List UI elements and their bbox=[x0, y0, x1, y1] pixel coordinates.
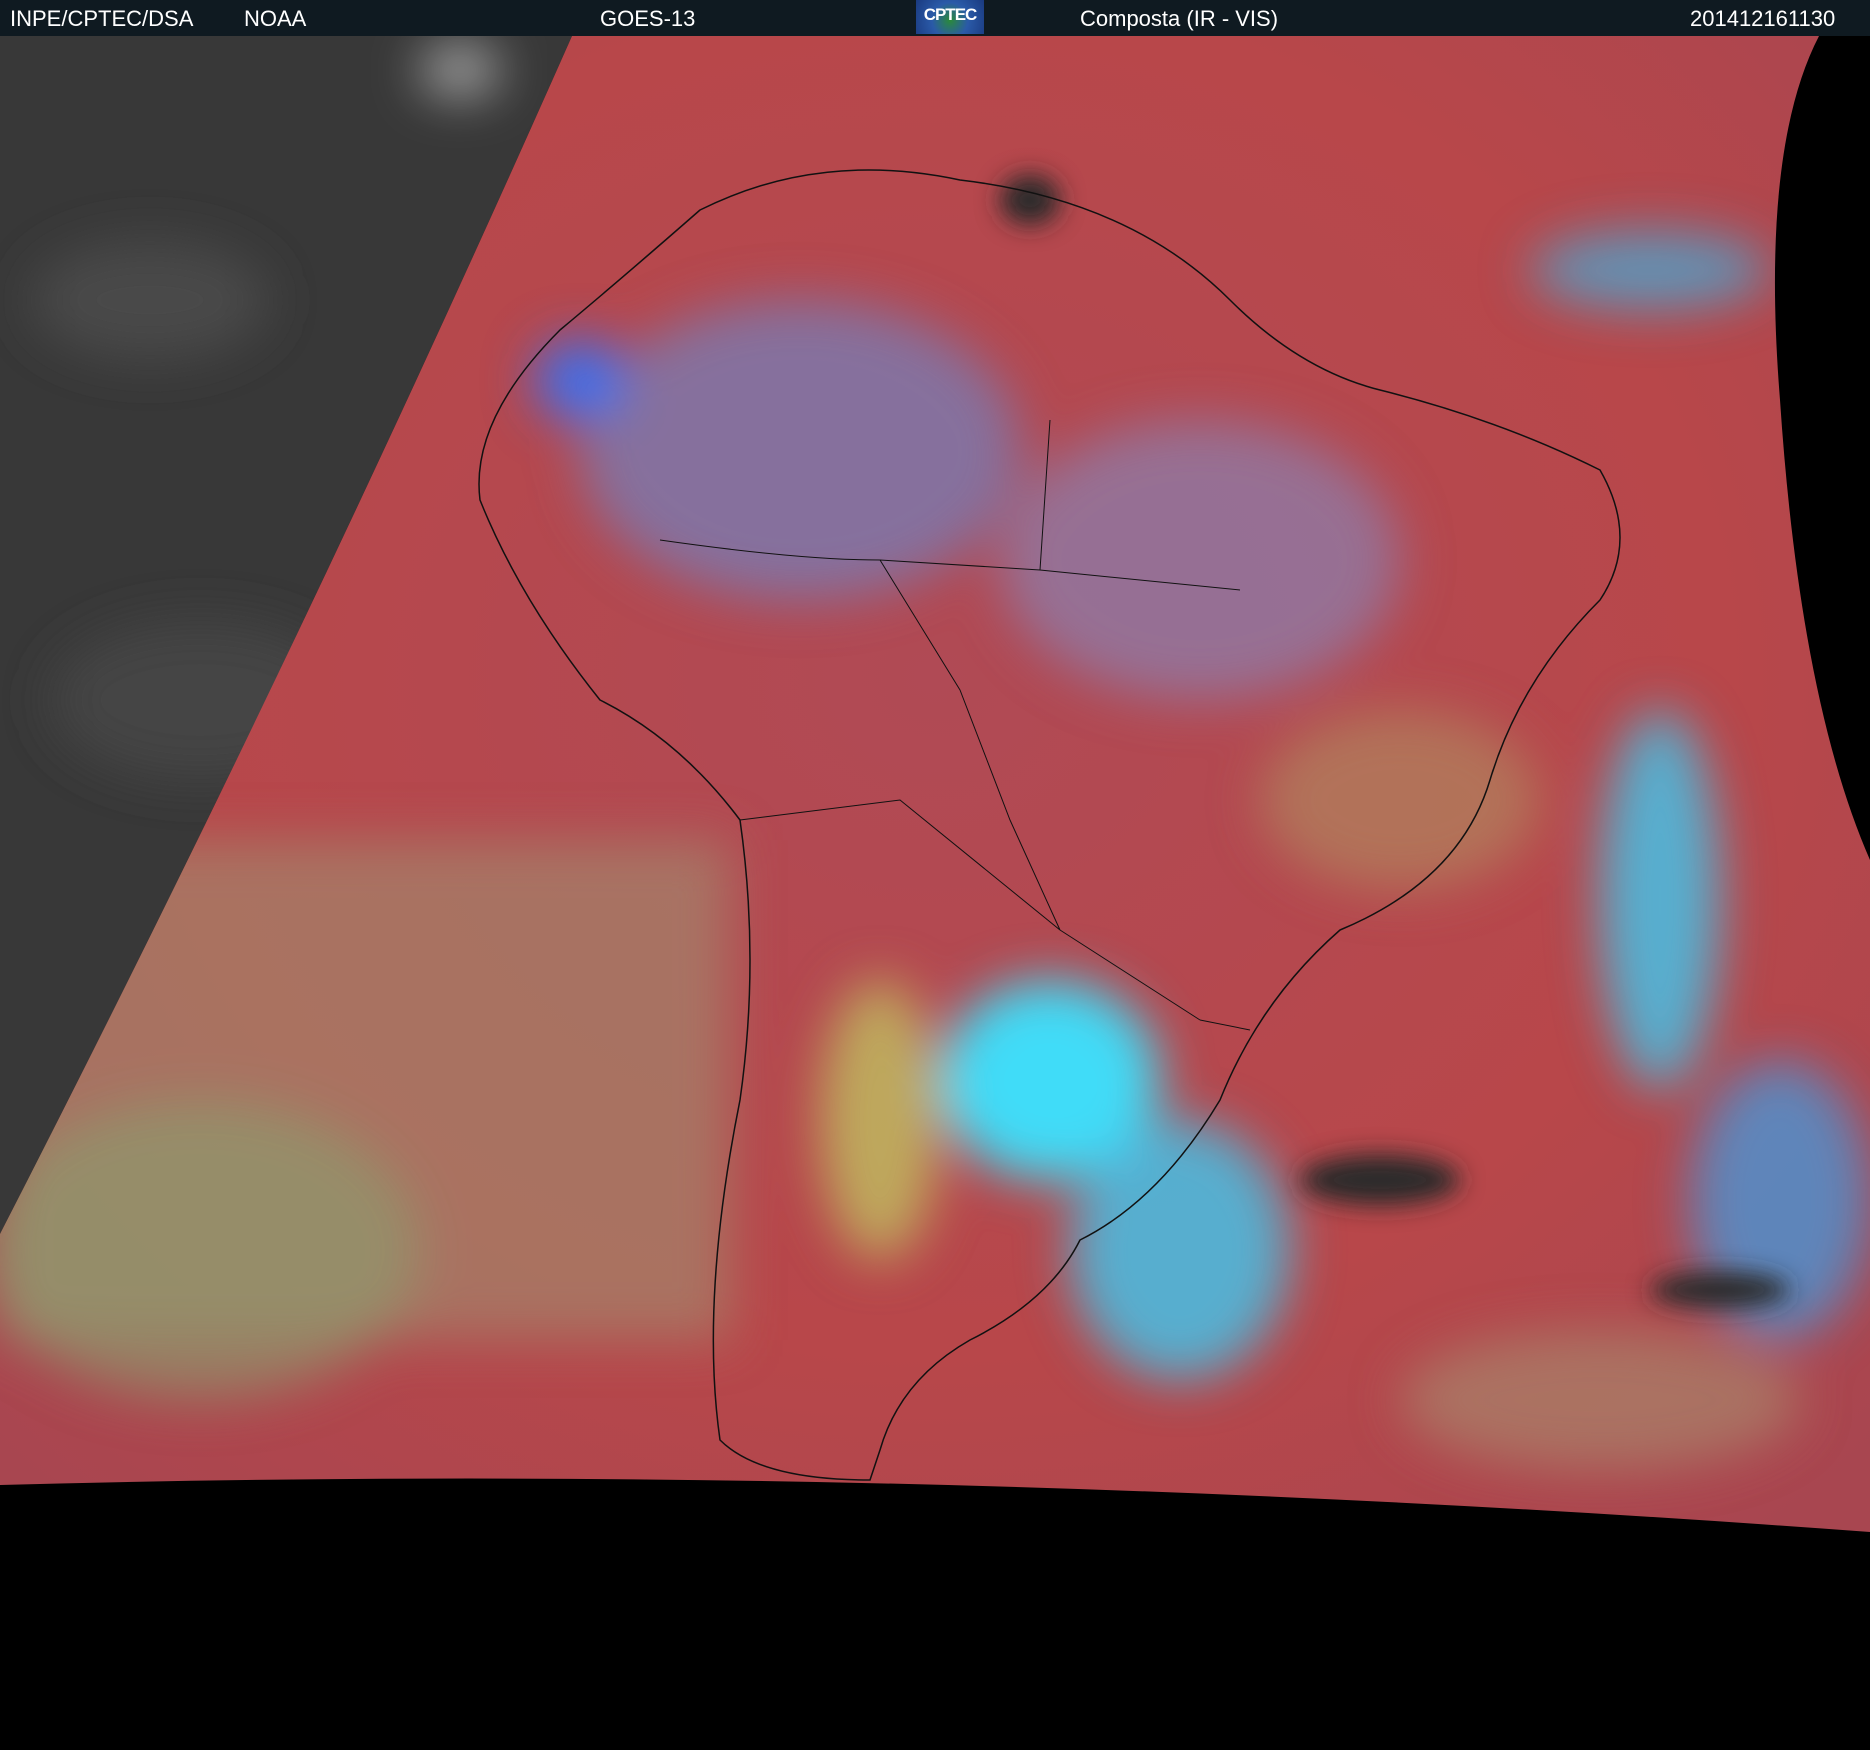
satellite-image-viewer: INPE/CPTEC/DSA NOAA GOES-13 CPTEC Compos… bbox=[0, 0, 1870, 1750]
satellite-composite-map bbox=[0, 36, 1870, 1532]
timestamp-label: 201412161130 bbox=[1690, 6, 1836, 31]
satellite-label: GOES-13 bbox=[600, 6, 696, 31]
header-bar: INPE/CPTEC/DSA NOAA GOES-13 CPTEC Compos… bbox=[0, 0, 1870, 36]
cptec-logo: CPTEC bbox=[916, 0, 984, 34]
agency-label: INPE/CPTEC/DSA bbox=[10, 6, 194, 31]
source-label: NOAA bbox=[244, 6, 307, 31]
product-label: Composta (IR - VIS) bbox=[1080, 6, 1279, 31]
